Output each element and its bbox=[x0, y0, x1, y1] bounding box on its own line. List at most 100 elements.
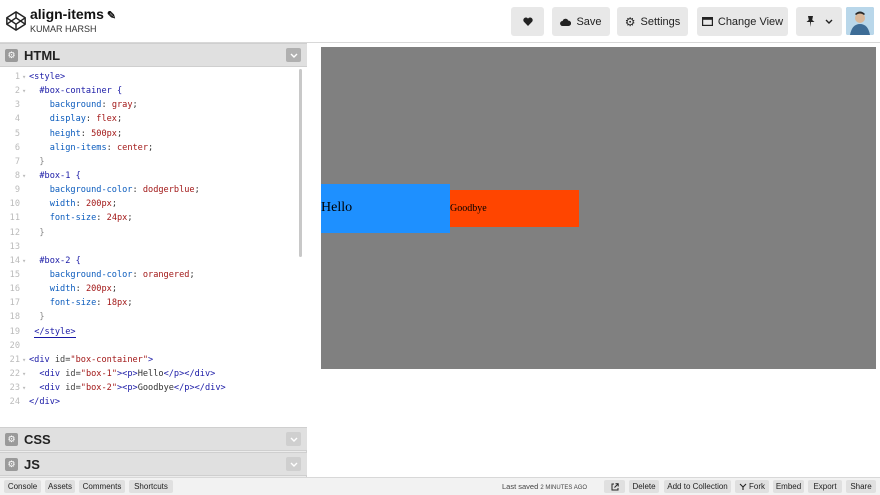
code-token: } bbox=[39, 227, 45, 238]
code-token: Goodbye bbox=[137, 383, 174, 394]
code-token: <style> bbox=[29, 72, 66, 82]
js-panel-header[interactable]: ⚙ JS bbox=[0, 452, 307, 476]
code-token: } bbox=[39, 312, 45, 323]
code-line: 3 background: gray; bbox=[0, 98, 307, 112]
codepen-editor: align-items ✎ KUMAR HARSH Save ⚙ Settings… bbox=[0, 0, 880, 495]
code-line: 5 height: 500px; bbox=[0, 127, 307, 141]
code-token: #box-container { bbox=[39, 86, 123, 97]
code-line: 22 ▾ <div id="box-1"><p>Hello</p></div> bbox=[0, 367, 307, 381]
pen-author[interactable]: KUMAR HARSH bbox=[30, 24, 97, 34]
js-collapse-button[interactable] bbox=[286, 457, 301, 471]
code-line: 7 } bbox=[0, 155, 307, 169]
line-number: 7 bbox=[14, 156, 20, 167]
code-line: 20 bbox=[0, 339, 307, 353]
chevron-down-icon bbox=[825, 19, 832, 24]
line-number: 5 bbox=[14, 128, 20, 139]
code-token: </p></div> bbox=[173, 383, 226, 394]
change-view-button[interactable]: Change View bbox=[697, 7, 788, 36]
code-line: 14 ▾ #box-2 { bbox=[0, 254, 307, 268]
code-line: 2 ▾ #box-container { bbox=[0, 84, 307, 98]
pen-title-text: align-items bbox=[30, 6, 104, 22]
pencil-icon[interactable]: ✎ bbox=[107, 10, 116, 22]
code-token: orangered bbox=[142, 269, 190, 280]
console-button[interactable]: Console bbox=[4, 480, 41, 493]
code-token: align-items bbox=[49, 142, 107, 153]
css-settings-gear-icon[interactable]: ⚙ bbox=[5, 432, 18, 446]
shortcuts-button[interactable]: Shortcuts bbox=[129, 480, 173, 493]
html-editor-scrollbar[interactable] bbox=[299, 69, 302, 257]
save-label: Save bbox=[576, 15, 602, 28]
code-token: </p></div> bbox=[163, 368, 216, 379]
love-button[interactable] bbox=[511, 7, 544, 36]
pen-title[interactable]: align-items ✎ bbox=[30, 6, 116, 22]
code-token: #box-1 { bbox=[39, 170, 81, 181]
code-token: </style> bbox=[34, 326, 76, 338]
html-settings-gear-icon[interactable]: ⚙ bbox=[5, 48, 18, 62]
code-token: "box-1" bbox=[80, 368, 117, 379]
line-number: 24 bbox=[9, 397, 20, 408]
code-token: background-color bbox=[49, 269, 133, 280]
line-number: 9 bbox=[14, 185, 20, 196]
fork-button[interactable]: Fork bbox=[735, 480, 769, 493]
line-number: 16 bbox=[9, 284, 20, 295]
code-line: 1 ▾ <style> bbox=[0, 70, 307, 84]
heart-icon bbox=[522, 17, 533, 26]
code-token: <div bbox=[39, 383, 66, 394]
code-token: gray bbox=[111, 100, 133, 111]
code-token: </div> bbox=[29, 397, 61, 408]
code-token: id bbox=[65, 368, 76, 379]
line-number: 20 bbox=[9, 340, 20, 351]
chevron-down-icon bbox=[290, 437, 297, 442]
code-token: width bbox=[49, 199, 76, 210]
last-saved-time: 2 MINUTES AGO bbox=[540, 485, 588, 491]
code-token: Hello bbox=[137, 368, 164, 379]
code-line: 17 font-size: 18px; bbox=[0, 296, 307, 310]
code-line: 10 width: 200px; bbox=[0, 197, 307, 211]
last-saved-status: Last saved 2 MINUTES AGO bbox=[502, 482, 587, 491]
result-preview[interactable]: Hello Goodbye bbox=[321, 47, 876, 369]
line-number: 21 bbox=[9, 354, 20, 365]
chevron-down-icon bbox=[290, 462, 297, 467]
html-code-editor[interactable]: 1 ▾ <style> 2 ▾ #box-container { 3 backgrou… bbox=[0, 67, 307, 427]
add-to-collection-button[interactable]: Add to Collection bbox=[664, 480, 731, 493]
user-avatar[interactable] bbox=[846, 7, 874, 35]
open-in-new-window-button[interactable] bbox=[604, 480, 625, 493]
code-token: display bbox=[49, 114, 86, 125]
line-number: 13 bbox=[9, 241, 20, 252]
code-line: 11 font-size: 24px; bbox=[0, 211, 307, 225]
line-number: 23 bbox=[9, 383, 20, 394]
html-panel-label: HTML bbox=[24, 47, 61, 63]
fork-label: Fork bbox=[749, 482, 765, 491]
code-line: 8 ▾ #box-1 { bbox=[0, 169, 307, 183]
preview-box-2-text: Goodbye bbox=[450, 202, 487, 214]
code-token: font-size bbox=[49, 213, 97, 224]
code-token: flex bbox=[96, 114, 117, 125]
code-token: id bbox=[65, 383, 76, 394]
export-button[interactable]: Export bbox=[808, 480, 842, 493]
code-line: 15 background-color: orangered; bbox=[0, 268, 307, 282]
line-number: 12 bbox=[9, 227, 20, 238]
assets-button[interactable]: Assets bbox=[45, 480, 75, 493]
delete-button[interactable]: Delete bbox=[629, 480, 659, 493]
cloud-icon bbox=[560, 18, 572, 26]
save-button[interactable]: Save bbox=[552, 7, 610, 36]
line-number: 4 bbox=[14, 114, 20, 125]
codepen-logo-icon[interactable] bbox=[5, 10, 27, 32]
css-panel-header[interactable]: ⚙ CSS bbox=[0, 427, 307, 451]
html-collapse-button[interactable] bbox=[286, 48, 301, 62]
code-token: ><p> bbox=[117, 368, 138, 379]
line-number: 2 bbox=[14, 86, 20, 97]
share-button[interactable]: Share bbox=[846, 480, 876, 493]
pin-menu-button[interactable] bbox=[796, 7, 842, 36]
line-number: 19 bbox=[9, 326, 20, 337]
line-number: 1 bbox=[14, 72, 20, 82]
comments-button[interactable]: Comments bbox=[79, 480, 125, 493]
js-settings-gear-icon[interactable]: ⚙ bbox=[5, 457, 18, 471]
code-line: 21 ▾ <div id="box-container"> bbox=[0, 353, 307, 367]
css-collapse-button[interactable] bbox=[286, 432, 301, 446]
settings-button[interactable]: ⚙ Settings bbox=[617, 7, 688, 36]
embed-button[interactable]: Embed bbox=[773, 480, 804, 493]
code-line: 13 bbox=[0, 240, 307, 254]
line-number: 15 bbox=[9, 269, 20, 280]
code-line: 24 </div> bbox=[0, 395, 307, 409]
